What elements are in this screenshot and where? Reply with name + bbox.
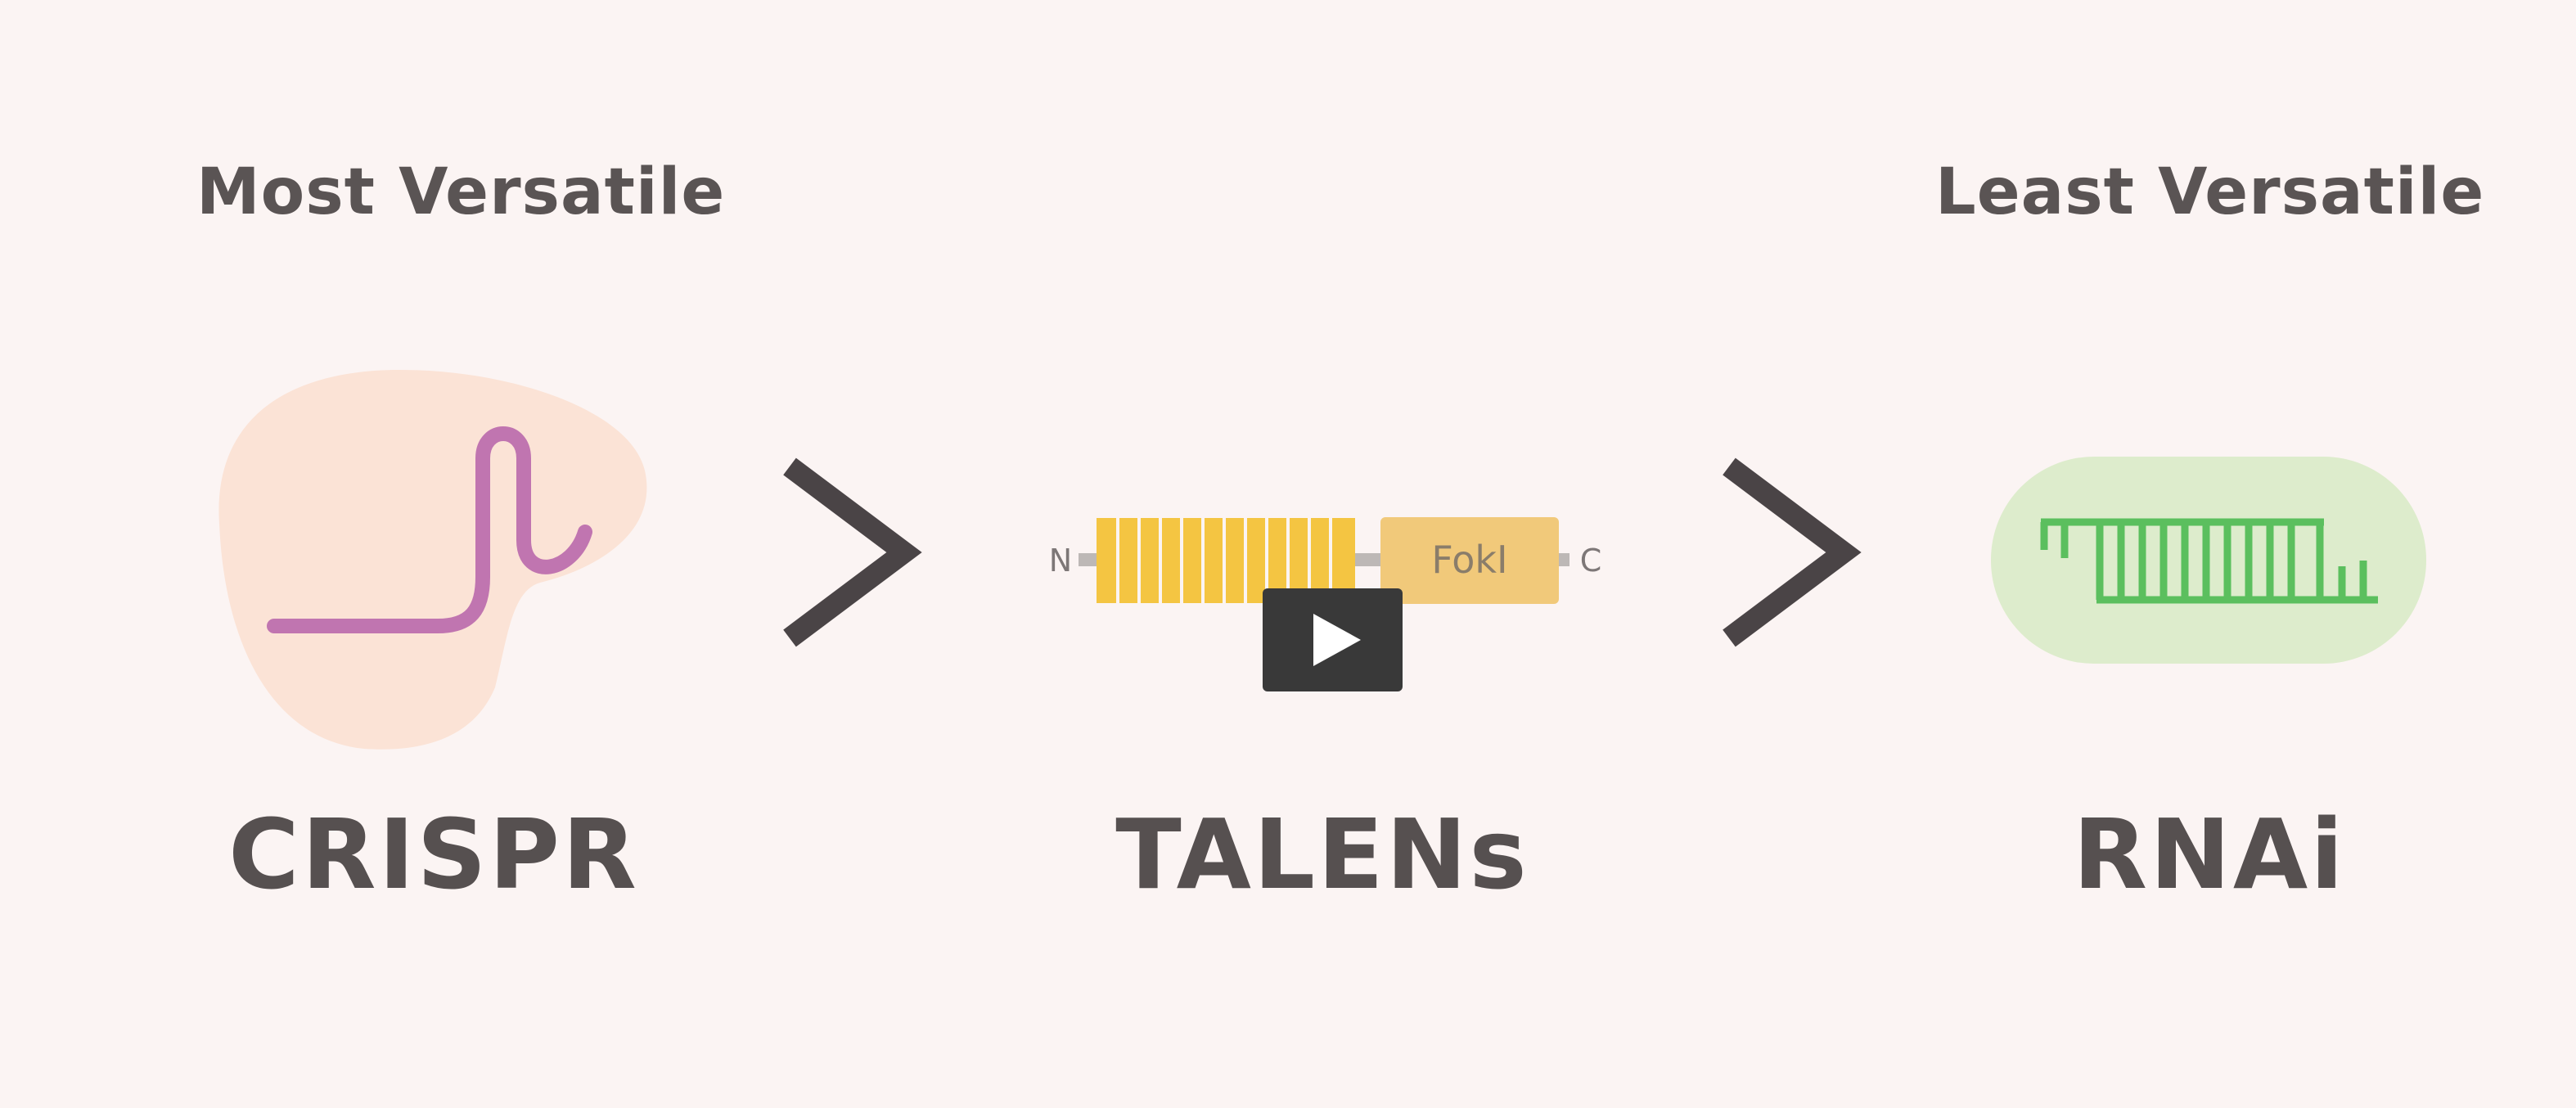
rnai-illustration	[1991, 457, 2426, 664]
greater-than-icon	[1723, 457, 1862, 647]
c-terminus-label: C	[1580, 543, 1602, 579]
cas9-protein-blob	[218, 369, 647, 750]
greater-than-icon	[783, 457, 922, 647]
rnai-label: RNAi	[2073, 798, 2346, 911]
video-frame: Most Versatile Least Versatile FokI N C …	[0, 0, 2576, 1108]
play-button[interactable]	[1263, 588, 1403, 691]
talens-label: TALENs	[1115, 798, 1529, 911]
crispr-illustration	[218, 369, 647, 750]
foki-label: FokI	[1431, 538, 1507, 582]
n-terminus-label: N	[1049, 543, 1072, 579]
comparison-illustration: FokI N C	[218, 369, 2426, 750]
crispr-label: CRISPR	[228, 798, 639, 911]
play-icon	[1313, 614, 1361, 666]
